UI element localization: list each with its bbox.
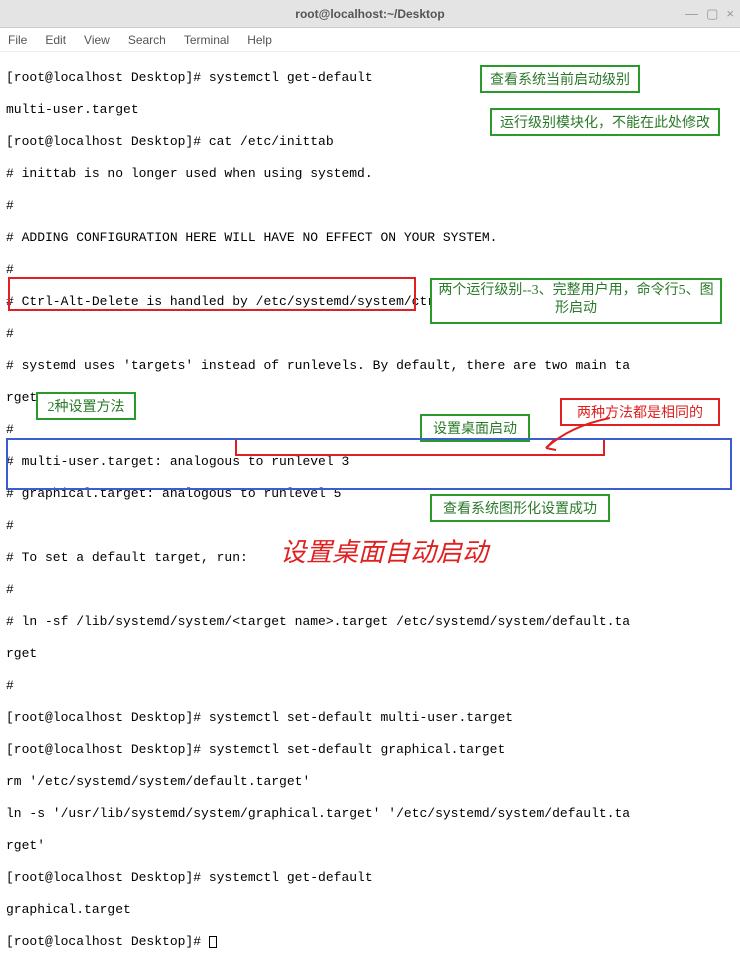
term-line: [root@localhost Desktop]# cat /etc/initt… — [6, 134, 734, 150]
term-line: [root@localhost Desktop]# — [6, 934, 734, 950]
menu-help[interactable]: Help — [247, 33, 272, 47]
annotation-big-title: 设置桌面自动启动 — [280, 532, 488, 569]
term-line: [root@localhost Desktop]# systemctl set-… — [6, 742, 734, 758]
term-line: [root@localhost Desktop]# systemctl set-… — [6, 710, 734, 726]
term-line: # ADDING CONFIGURATION HERE WILL HAVE NO… — [6, 230, 734, 246]
menu-file[interactable]: File — [8, 33, 27, 47]
annotation-current-runlevel: 查看系统当前启动级别 — [480, 65, 640, 93]
term-line: # inittab is no longer used when using s… — [6, 166, 734, 182]
annotation-success: 查看系统图形化设置成功 — [430, 494, 610, 522]
term-line: rm '/etc/systemd/system/default.target' — [6, 774, 734, 790]
term-line: # — [6, 262, 734, 278]
annotation-modular: 运行级别模块化，不能在此处修改 — [490, 108, 720, 136]
menu-terminal[interactable]: Terminal — [184, 33, 229, 47]
window-controls: — ▢ × — [685, 6, 734, 22]
annotation-two-runlevels: 两个运行级别--3、完整用户用，命令行5、图形启动 — [430, 278, 722, 324]
term-line: # — [6, 198, 734, 214]
close-icon[interactable]: × — [726, 6, 734, 22]
term-line: # ln -sf /lib/systemd/system/<target nam… — [6, 614, 734, 630]
term-line: [root@localhost Desktop]# systemctl get-… — [6, 870, 734, 886]
minimize-icon[interactable]: — — [685, 6, 698, 22]
annotation-two-methods: 2种设置方法 — [36, 392, 136, 420]
term-line: # — [6, 326, 734, 342]
term-line: rget' — [6, 838, 734, 854]
menu-edit[interactable]: Edit — [45, 33, 66, 47]
term-line: graphical.target — [6, 902, 734, 918]
window-title: root@localhost:~/Desktop — [295, 7, 444, 21]
menu-search[interactable]: Search — [128, 33, 166, 47]
maximize-icon[interactable]: ▢ — [706, 6, 718, 22]
term-line: # — [6, 678, 734, 694]
cursor-icon — [209, 936, 217, 948]
terminal-output[interactable]: [root@localhost Desktop]# systemctl get-… — [0, 52, 740, 968]
menu-view[interactable]: View — [84, 33, 110, 47]
menubar: File Edit View Search Terminal Help — [0, 28, 740, 52]
highlight-runlevels — [8, 277, 416, 311]
term-line: rget — [6, 646, 734, 662]
annotation-same-methods: 两种方法都是相同的 — [560, 398, 720, 426]
term-line: ln -s '/usr/lib/systemd/system/graphical… — [6, 806, 734, 822]
highlight-blue-block — [6, 438, 732, 490]
term-line: # — [6, 582, 734, 598]
term-line: # systemd uses 'targets' instead of runl… — [6, 358, 734, 374]
window-titlebar: root@localhost:~/Desktop — ▢ × — [0, 0, 740, 28]
